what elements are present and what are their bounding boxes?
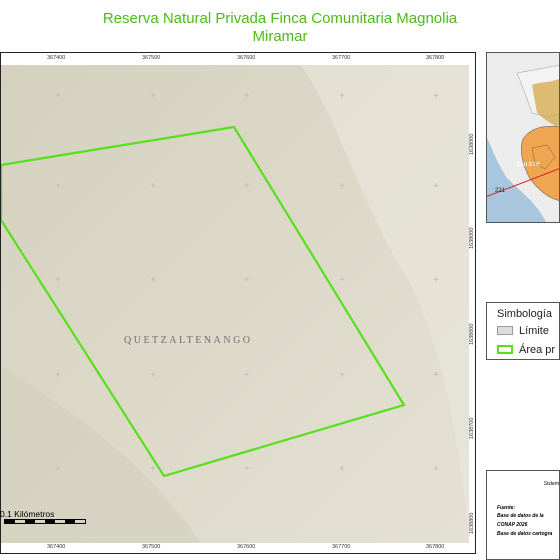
svg-text:+: + [150, 464, 156, 475]
legend-swatch-area [497, 345, 513, 354]
svg-text:+: + [433, 181, 439, 192]
svg-text:+: + [55, 91, 61, 102]
svg-text:+: + [433, 464, 439, 475]
svg-text:+: + [433, 91, 439, 102]
x-tick-top: 367600 [237, 55, 256, 61]
inset-country-label: Guate [517, 161, 541, 168]
map-title-line2: Miramar [252, 28, 308, 45]
y-tick-right: 1638000 [469, 133, 475, 155]
svg-text:+: + [433, 370, 439, 381]
source-line: CONAP 2026 [497, 522, 528, 528]
x-tick-top: 367500 [142, 55, 161, 61]
scale-bar-segment [25, 520, 35, 523]
svg-text:+: + [150, 181, 156, 192]
svg-text:+: + [244, 275, 250, 286]
x-tick-bottom: 367800 [426, 544, 445, 550]
svg-text:+: + [339, 181, 345, 192]
map-title-line1: Reserva Natural Privada Finca Comunitari… [102, 10, 458, 27]
legend-swatch-limit [497, 326, 513, 335]
legend: Simbología Límite Área pr [486, 302, 560, 360]
svg-text:+: + [55, 370, 61, 381]
svg-text:+: + [339, 370, 345, 381]
y-tick-right: 1638600 [469, 323, 475, 345]
x-tick-bottom: 367500 [142, 544, 161, 550]
svg-text:+: + [339, 275, 345, 286]
svg-text:+: + [433, 275, 439, 286]
source-line: Base de datos de la [497, 513, 544, 519]
scale-label: 0.1 Kilómetros [0, 509, 55, 519]
source-header: Sistem [543, 481, 559, 487]
source-label: Fuente: [497, 505, 516, 511]
location-inset-map[interactable]: Guate 221 [486, 52, 560, 223]
map-title: Reserva Natural Privada Finca Comunitari… [0, 10, 560, 46]
legend-label-limit: Límite [519, 325, 549, 337]
map-canvas[interactable]: + + + + + + + + + + + + + + + + + + + + + + + + + QUETZALTEN… [1, 65, 469, 543]
x-tick-bottom: 367700 [332, 544, 351, 550]
x-tick-bottom: 367400 [47, 544, 66, 550]
x-tick-top: 367700 [332, 55, 351, 61]
svg-text:+: + [244, 181, 250, 192]
scale-bar-segment [5, 520, 15, 523]
x-tick-top: 367400 [47, 55, 66, 61]
svg-text:+: + [244, 91, 250, 102]
y-tick-right: 1638800 [469, 512, 475, 534]
svg-text:+: + [55, 275, 61, 286]
source-box: Sistem Fuente: Base de datos de la CONAP… [486, 470, 560, 560]
inset-svg: Guate 221 [487, 53, 559, 222]
y-tick-right: 1638000 [469, 227, 475, 249]
x-tick-top: 367800 [426, 55, 445, 61]
svg-text:+: + [55, 181, 61, 192]
legend-title: Simbología [497, 308, 553, 320]
y-tick-right: 1638700 [469, 417, 475, 439]
scale-bar-segment [65, 520, 75, 523]
svg-text:+: + [244, 370, 250, 381]
scale-bar-segment [45, 520, 55, 523]
x-tick-bottom: 367600 [237, 544, 256, 550]
legend-label-area: Área pr [519, 344, 556, 356]
legend-item-limit: Límite [497, 325, 549, 337]
legend-item-area: Área pr [497, 344, 555, 356]
svg-text:+: + [150, 370, 156, 381]
map-svg: + + + + + + + + + + + + + + + + + + + + + + + + + [1, 65, 469, 543]
svg-text:+: + [339, 91, 345, 102]
svg-text:+: + [150, 275, 156, 286]
main-map-frame[interactable]: 367400 367500 367600 367700 367800 + + + + +… [0, 52, 476, 554]
scale-bar [4, 519, 86, 524]
department-label: QUETZALTENANGO [124, 335, 253, 346]
svg-text:+: + [55, 464, 61, 475]
svg-text:+: + [150, 91, 156, 102]
svg-text:+: + [244, 464, 250, 475]
source-line: Base de datos cartogra [497, 531, 553, 537]
svg-text:+: + [339, 464, 345, 475]
inset-route-number: 221 [495, 188, 506, 194]
